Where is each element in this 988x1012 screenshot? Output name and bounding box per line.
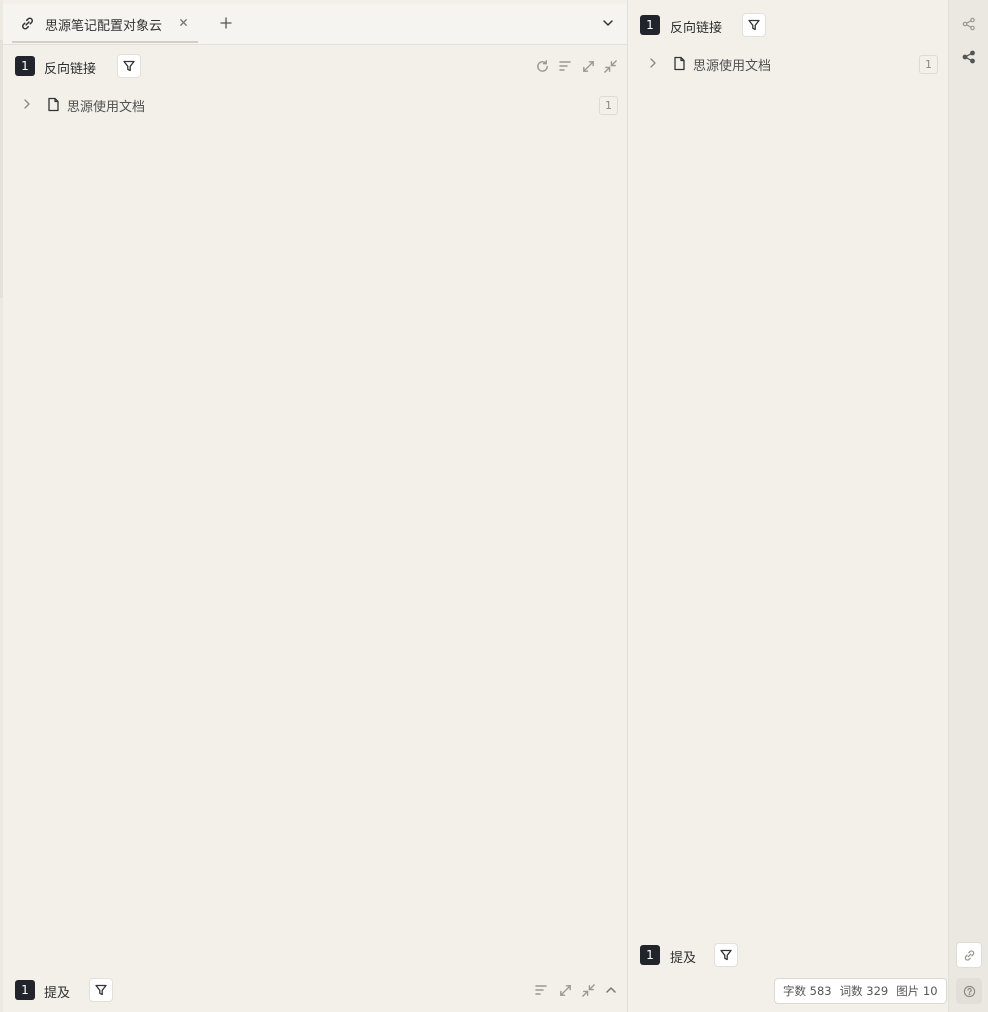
refresh-icon[interactable]: [532, 56, 552, 76]
right-mentions-filter-button[interactable]: [714, 943, 738, 967]
tab-title: 思源笔记配置对象云: [45, 19, 163, 34]
chevron-right-icon[interactable]: [22, 98, 32, 110]
backlinks-count-badge: 1: [15, 56, 35, 76]
help-icon[interactable]: [956, 978, 982, 1004]
backlink-item-count: 1: [599, 96, 618, 115]
right-panel: [628, 0, 948, 1012]
image-count-label: 图片: [896, 984, 920, 998]
chevron-down-icon[interactable]: [601, 17, 615, 29]
status-bar: 字数 583 词数 329 图片 10: [774, 978, 947, 1004]
tab-backlink-doc[interactable]: 思源笔记配置对象云: [10, 4, 198, 44]
collapse-icon[interactable]: [600, 56, 620, 76]
backlink-item[interactable]: 思源使用文档 1: [14, 92, 622, 118]
right-backlinks-title: 反向链接: [670, 21, 723, 36]
graph-icon[interactable]: [956, 11, 982, 37]
word-count: 词数 329: [840, 983, 889, 999]
document-icon: [47, 97, 60, 112]
chevron-up-icon[interactable]: [601, 980, 621, 1000]
right-backlink-item[interactable]: 思源使用文档 1: [640, 51, 942, 77]
global-graph-icon[interactable]: [956, 44, 982, 70]
image-count-value: 10: [922, 984, 938, 998]
mentions-count-badge: 1: [15, 980, 35, 1000]
mentions-title: 提及: [44, 986, 71, 1001]
image-count: 图片 10: [896, 983, 937, 999]
backlink-item-label: 思源使用文档: [67, 100, 146, 115]
word-count-value: 329: [866, 984, 889, 998]
left-panel: [3, 3, 627, 1012]
backlink-icon[interactable]: [956, 942, 982, 968]
sort-icon[interactable]: [555, 56, 575, 76]
char-count: 字数 583: [783, 983, 832, 999]
mentions-expand-icon[interactable]: [555, 980, 575, 1000]
right-backlinks-count-badge: 1: [640, 15, 660, 35]
right-mentions-count-badge: 1: [640, 945, 660, 965]
filter-button[interactable]: [117, 54, 141, 78]
mentions-sort-icon[interactable]: [531, 980, 551, 1000]
expand-icon[interactable]: [578, 56, 598, 76]
right-dock: [948, 0, 988, 1012]
close-icon[interactable]: [178, 17, 189, 28]
mentions-collapse-icon[interactable]: [578, 980, 598, 1000]
mentions-filter-button[interactable]: [89, 978, 113, 1002]
chevron-right-icon[interactable]: [648, 57, 658, 69]
backlinks-title: 反向链接: [44, 62, 97, 77]
document-icon: [673, 56, 686, 71]
char-count-label: 字数: [783, 984, 806, 998]
tab-active-indicator: [12, 41, 198, 43]
link-icon: [20, 16, 35, 31]
char-count-value: 583: [809, 984, 832, 998]
right-backlink-item-label: 思源使用文档: [693, 59, 772, 74]
right-backlink-item-count: 1: [919, 55, 938, 74]
word-count-label: 词数: [839, 984, 863, 998]
plus-icon[interactable]: [219, 16, 233, 30]
right-filter-button[interactable]: [742, 13, 766, 37]
right-mentions-title: 提及: [670, 951, 697, 966]
